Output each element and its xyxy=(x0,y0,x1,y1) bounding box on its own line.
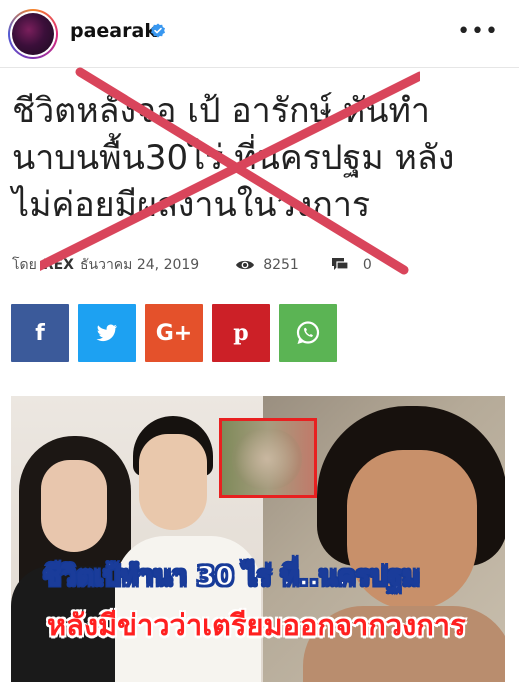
avatar-ring xyxy=(10,11,56,57)
avatar-image xyxy=(12,13,54,55)
username[interactable]: paearak xyxy=(70,20,157,42)
twitter-share-button[interactable] xyxy=(78,304,136,362)
more-horizontal-icon[interactable]: ••• xyxy=(457,21,499,43)
whatsapp-share-button[interactable] xyxy=(279,304,337,362)
facebook-share-button[interactable]: f xyxy=(11,304,69,362)
post-header: paearak ••• xyxy=(0,0,519,66)
headline-line-3: ไม่ค่อยมีผลงานในวงการ xyxy=(12,185,371,225)
view-count: 8251 xyxy=(263,257,299,273)
twitter-bird-icon xyxy=(96,324,117,342)
author-name[interactable]: REX xyxy=(43,257,74,273)
comment-icon[interactable] xyxy=(331,257,349,273)
share-buttons: f G+ p xyxy=(11,304,337,362)
googleplus-icon: G+ xyxy=(155,320,193,346)
image-caption-line-1: ชีวิตเป้ทำนา 30 ไร่ ที่..นครปฐม xyxy=(42,560,421,593)
article-headline: ชีวิตหลังจอ เป้ อารักษ์ หันทำ นาบนพื้น30… xyxy=(12,88,512,229)
header-divider xyxy=(0,67,519,68)
blurred-inset-photo xyxy=(219,418,317,498)
woman-face xyxy=(41,460,107,552)
verified-badge-icon xyxy=(151,23,165,38)
headline-line-1: ชีวิตหลังจอ เป้ อารักษ์ หันทำ xyxy=(12,91,430,131)
avatar[interactable] xyxy=(8,9,58,59)
pinterest-icon: p xyxy=(233,320,249,346)
article-meta: โดย REX ธันวาคม 24, 2019 8251 0 xyxy=(12,254,372,276)
headline-line-2: นาบนพื้น30ไร่ ที่นครปฐม หลัง xyxy=(12,138,455,178)
eye-icon xyxy=(236,260,255,270)
man-face xyxy=(139,434,207,530)
facebook-icon: f xyxy=(35,320,45,346)
by-label: โดย xyxy=(12,257,37,273)
comment-count: 0 xyxy=(362,257,372,273)
article-image[interactable]: ชีวิตเป้ทำนา 30 ไร่ ที่..นครปฐม หลังมีข่… xyxy=(11,396,505,682)
googleplus-share-button[interactable]: G+ xyxy=(145,304,203,362)
image-caption-line-2: หลังมีข่าวว่าเตรียมออกจากวงการ xyxy=(47,608,466,642)
inset-blur xyxy=(232,429,302,489)
pinterest-share-button[interactable]: p xyxy=(212,304,270,362)
publish-date: ธันวาคม 24, 2019 xyxy=(79,257,200,273)
whatsapp-icon xyxy=(296,321,320,344)
